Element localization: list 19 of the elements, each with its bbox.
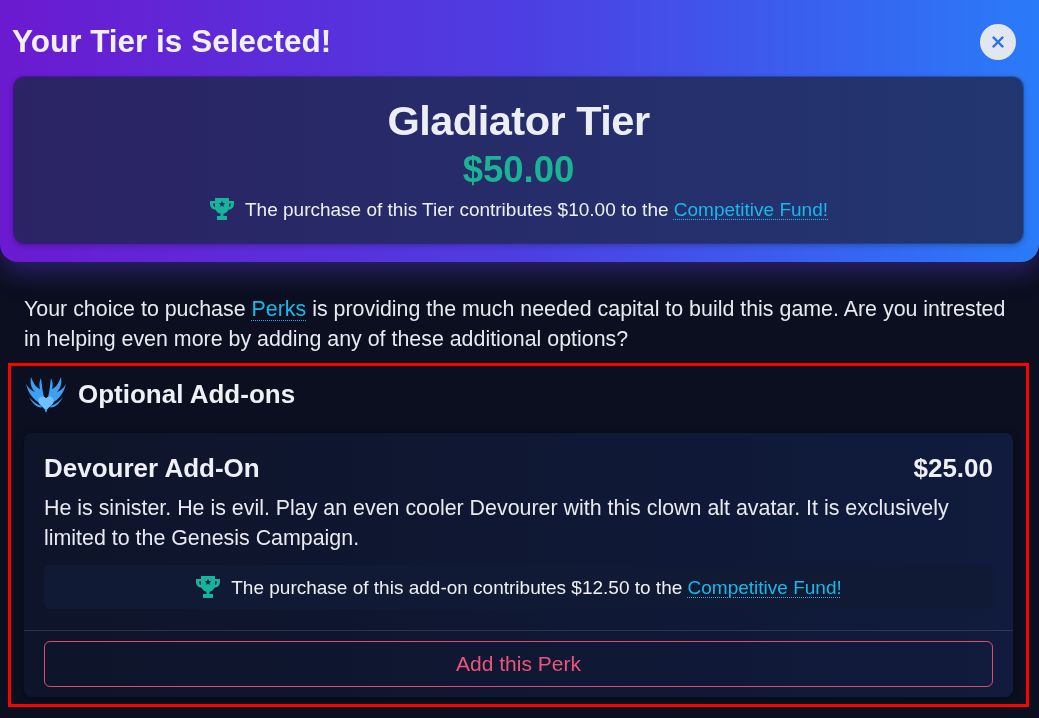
add-perk-button[interactable]: Add this Perk (44, 641, 993, 687)
close-button[interactable] (980, 23, 1016, 60)
fund-link[interactable]: Competitive Fund! (687, 576, 842, 598)
close-icon (992, 35, 1004, 48)
addon-price: $25.00 (913, 453, 993, 484)
tier-price: $50.00 (461, 148, 576, 191)
section-title: Optional Add-ons (78, 378, 296, 410)
trophy-icon (195, 575, 222, 599)
contribution-note: The purchase of this add-on contributes $12.50 to the Competitive Fund! (231, 575, 842, 599)
fund-link[interactable]: Competitive Fund! (673, 198, 828, 220)
winged-heart-icon (24, 375, 68, 413)
addon-title: Devourer Add-On (44, 453, 260, 484)
tier-name: Gladiator Tier (386, 96, 651, 145)
intro-paragraph: Your choice to puchase Perks is providing the much needed capital to build this game. Are you intrested in helping even more by adding any of these additional options? (24, 296, 1007, 353)
trophy-icon (209, 197, 235, 221)
dialog-title: Your Tier is Selected! (12, 23, 332, 60)
contribution-note: The purchase of this Tier contributes $10.00 to the Competitive Fund! (245, 197, 828, 221)
perks-link[interactable]: Perks (251, 297, 307, 321)
addon-description: He is sinister. He is evil. Play an even cooler Devourer with this clown alt avatar. It is exclusively limited to the Genesis Campaign. (44, 495, 950, 552)
